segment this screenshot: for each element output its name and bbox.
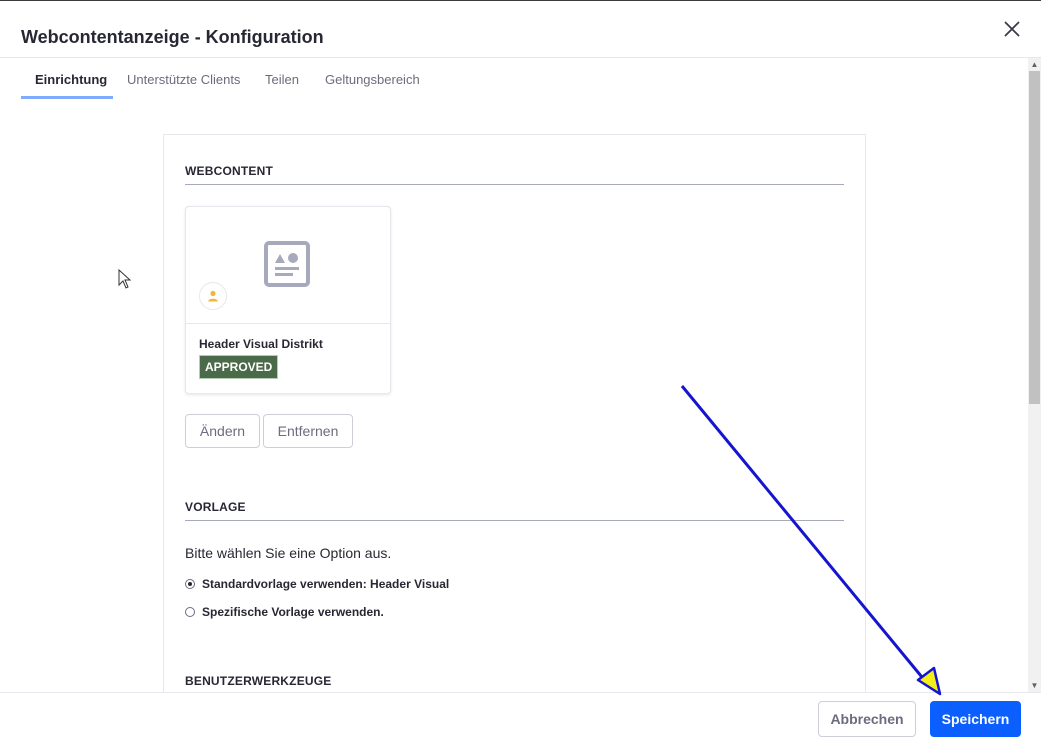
web-content-article-icon xyxy=(264,241,310,287)
remove-button[interactable]: Entfernen xyxy=(263,414,353,448)
radio-button[interactable] xyxy=(185,607,195,617)
cancel-button[interactable]: Abbrechen xyxy=(818,701,916,737)
save-button[interactable]: Speichern xyxy=(930,701,1021,737)
modal-header: Webcontentanzeige - Konfiguration xyxy=(0,1,1041,58)
help-text: Bitte wählen Sie eine Option aus. xyxy=(185,545,392,561)
card-image-area xyxy=(186,207,390,324)
web-content-card[interactable]: Header Visual Distrikt APPROVED xyxy=(185,206,391,394)
status-badge: APPROVED xyxy=(199,355,279,379)
radio-label[interactable]: Spezifische Vorlage verwenden. xyxy=(202,605,384,619)
section-divider xyxy=(185,184,844,185)
tab-geltungsbereich[interactable]: Geltungsbereich xyxy=(325,72,420,87)
close-icon[interactable] xyxy=(1000,17,1024,41)
card-title: Header Visual Distrikt xyxy=(199,337,323,351)
tab-unterstuetzte-clients[interactable]: Unterstützte Clients xyxy=(127,72,240,87)
scrollbar-thumb[interactable] xyxy=(1029,71,1040,404)
section-title-benutzerwerkzeuge: BENUTZERWERKZEUGE xyxy=(185,674,332,688)
mouse-pointer-icon xyxy=(118,268,132,289)
section-title-webcontent: WEBCONTENT xyxy=(185,164,273,178)
scrollbar[interactable]: ▲ ▼ xyxy=(1028,58,1041,692)
radio-button-checked[interactable] xyxy=(185,579,195,589)
annotation-arrow-head-icon xyxy=(916,666,942,696)
active-tab-indicator xyxy=(21,96,113,99)
section-divider xyxy=(185,520,844,521)
change-button[interactable]: Ändern xyxy=(185,414,260,448)
section-title-vorlage: VORLAGE xyxy=(185,500,246,514)
user-icon xyxy=(199,282,227,310)
modal-title: Webcontentanzeige - Konfiguration xyxy=(21,27,324,47)
radio-label[interactable]: Standardvorlage verwenden: Header Visual xyxy=(202,577,449,591)
scroll-down-icon[interactable]: ▼ xyxy=(1028,679,1041,692)
tab-teilen[interactable]: Teilen xyxy=(265,72,299,87)
tab-einrichtung[interactable]: Einrichtung xyxy=(35,72,107,87)
scroll-up-icon[interactable]: ▲ xyxy=(1028,58,1041,71)
